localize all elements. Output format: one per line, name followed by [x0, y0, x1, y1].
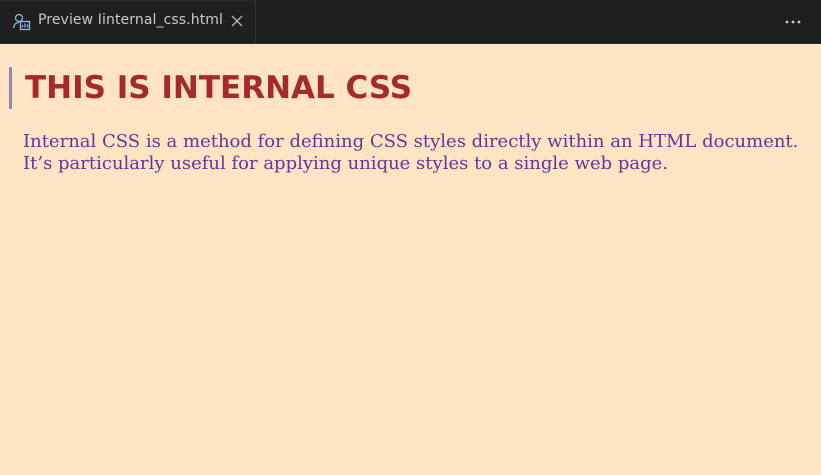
preview-icon [12, 13, 31, 31]
page-paragraph: Internal CSS is a method for defining CS… [23, 131, 799, 174]
editor-tab-bar: Preview Iinternal_css.html [0, 0, 821, 44]
more-actions-icon[interactable] [783, 12, 803, 32]
preview-content: THIS IS INTERNAL CSS Internal CSS is a m… [0, 44, 821, 475]
tab-top-border [0, 0, 256, 1]
preview-tab[interactable]: Preview Iinternal_css.html [0, 0, 256, 43]
page-heading: THIS IS INTERNAL CSS [9, 67, 412, 109]
tab-label: Preview Iinternal_css.html [38, 12, 224, 28]
close-icon[interactable] [229, 13, 245, 29]
